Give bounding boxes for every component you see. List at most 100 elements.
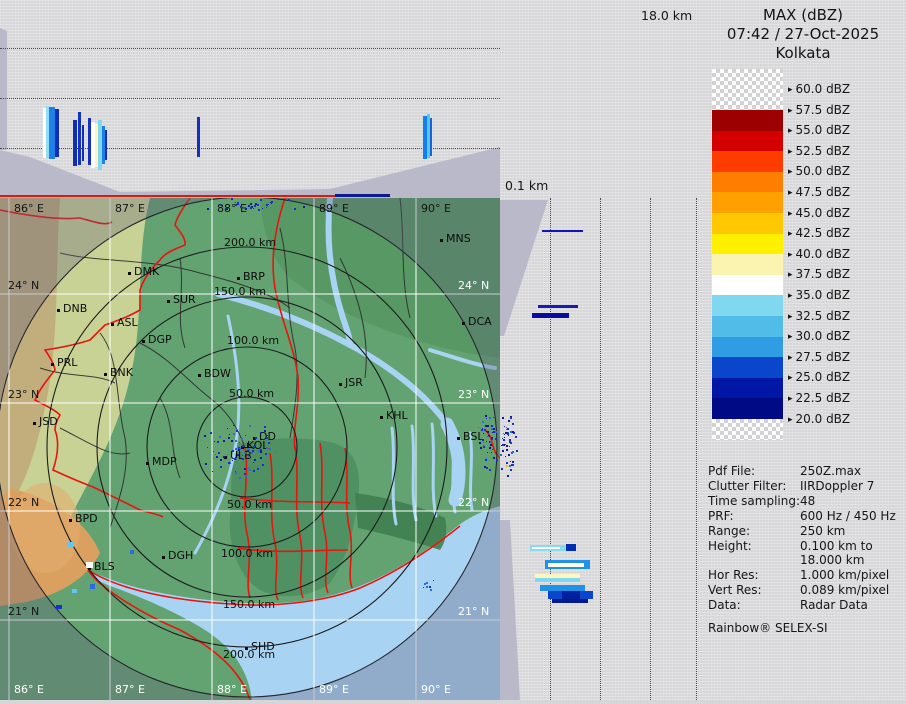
profile-bar: [566, 544, 576, 551]
city-code-label: DCA: [468, 315, 492, 328]
height-gridline: [0, 48, 500, 49]
echo-dot: [214, 441, 215, 442]
echo-dot: [486, 458, 487, 459]
echo-dot: [257, 204, 259, 206]
echo-dot: [508, 435, 509, 436]
echo-dot: [241, 457, 242, 458]
city-code-label: DMK: [134, 265, 159, 278]
height-gridline: [600, 198, 601, 700]
echo-dot: [258, 450, 260, 452]
metadata-value: 600 Hz / 450 Hz: [800, 509, 896, 523]
echo-dot: [430, 589, 432, 591]
metadata-label: Height:: [708, 539, 752, 553]
profile-bar: [82, 125, 84, 161]
profile-bar: [55, 109, 59, 157]
echo-dot: [495, 431, 497, 433]
legend-value-label: ▸37.5 dBZ: [788, 267, 850, 281]
echo-dot: [247, 450, 249, 452]
city-marker: BSL: [457, 437, 460, 440]
echo-dot: [218, 452, 220, 454]
echo-dot: [482, 421, 484, 423]
echo-dot: [516, 450, 518, 452]
legend-tick-arrow-icon: ▸: [788, 270, 793, 280]
legend-tick-arrow-icon: ▸: [788, 85, 793, 95]
echo-dot: [237, 454, 239, 456]
echo-dot: [303, 206, 305, 208]
echo-dot: [491, 438, 493, 440]
legend-value-label: ▸27.5 dBZ: [788, 350, 850, 364]
city-marker: PRL: [51, 363, 54, 366]
profile-bar: [562, 591, 580, 599]
latitude-label-right: 21° N: [458, 606, 489, 618]
echo-dot: [278, 199, 279, 200]
echo-dot: [502, 450, 504, 452]
echo-dot: [264, 430, 266, 432]
metadata-label: PRF:: [708, 509, 734, 523]
beam-shadow-shape: [0, 0, 500, 198]
echo-dot: [258, 209, 260, 211]
legend-value-label: ▸32.5 dBZ: [788, 309, 850, 323]
echo-dot: [260, 457, 262, 459]
echo-dot: [487, 431, 489, 433]
legend-value-label: ▸50.0 dBZ: [788, 164, 850, 178]
right-profile-panel: [500, 198, 697, 700]
echo-dot: [212, 471, 213, 472]
city-code-label: KHL: [386, 409, 408, 422]
range-ring-label: 100.0 km: [227, 334, 279, 347]
legend-color-band: [712, 213, 783, 234]
echo-dot: [485, 415, 487, 417]
echo-dot: [484, 429, 486, 431]
echo-dot: [508, 420, 510, 422]
profile-bar: [430, 118, 432, 156]
echo-blob: [86, 562, 93, 568]
echo-dot: [260, 451, 262, 453]
profile-bar: [105, 130, 107, 160]
legend-color-band: [712, 192, 783, 213]
profile-bar: [552, 599, 588, 603]
city-marker: SUR: [167, 300, 170, 303]
echo-dot: [489, 441, 490, 442]
echo-dot: [512, 431, 514, 433]
state-boundary-top-edge: [0, 195, 335, 197]
echo-dot: [288, 199, 290, 201]
beam-shadow-shape: [500, 198, 697, 700]
legend-tick-arrow-icon: ▸: [788, 332, 793, 342]
echo-dot: [491, 452, 492, 453]
echo-blob: [56, 605, 62, 609]
echo-dot: [483, 445, 484, 446]
metadata-label: Range:: [708, 524, 750, 538]
software-credit: Rainbow® SELEX-SI: [708, 621, 828, 635]
metadata-value: 1.000 km/pixel: [800, 568, 889, 582]
legend-color-band: [712, 378, 783, 399]
radar-application-window: 86° E86° E87° E87° E88° E88° E89° E89° E…: [0, 0, 906, 700]
echo-dot: [239, 442, 240, 443]
legend-tick-arrow-icon: ▸: [788, 167, 793, 177]
echo-dot: [251, 452, 253, 454]
legend-value-label: ▸52.5 dBZ: [788, 144, 850, 158]
latitude-label-left: 24° N: [8, 280, 39, 292]
city-code-label: JSD: [39, 415, 58, 428]
city-marker: BRP: [237, 277, 240, 280]
echo-dot: [493, 457, 495, 459]
legend-value-label: ▸45.0 dBZ: [788, 206, 850, 220]
echo-dot: [233, 433, 235, 435]
latitude-label-left: 23° N: [8, 389, 39, 401]
echo-dot: [479, 442, 481, 444]
profile-bar: [532, 547, 560, 549]
legend-tick-arrow-icon: ▸: [788, 209, 793, 219]
echo-dot: [264, 426, 266, 428]
city-code-label: BRP: [243, 270, 265, 283]
echo-dot: [509, 440, 511, 442]
metadata-label: Vert Res:: [708, 583, 762, 597]
echo-dot: [257, 441, 258, 442]
echo-dot: [248, 456, 250, 458]
echo-dot: [269, 448, 271, 450]
city-code-label: BPD: [75, 512, 98, 525]
echo-dot: [254, 459, 256, 461]
profile-bar: [548, 563, 584, 567]
echo-dot: [239, 448, 241, 450]
longitude-label-top: 86° E: [14, 203, 44, 215]
echo-dot: [260, 449, 262, 451]
legend-value-label: ▸40.0 dBZ: [788, 247, 850, 261]
echo-dot: [247, 467, 249, 469]
